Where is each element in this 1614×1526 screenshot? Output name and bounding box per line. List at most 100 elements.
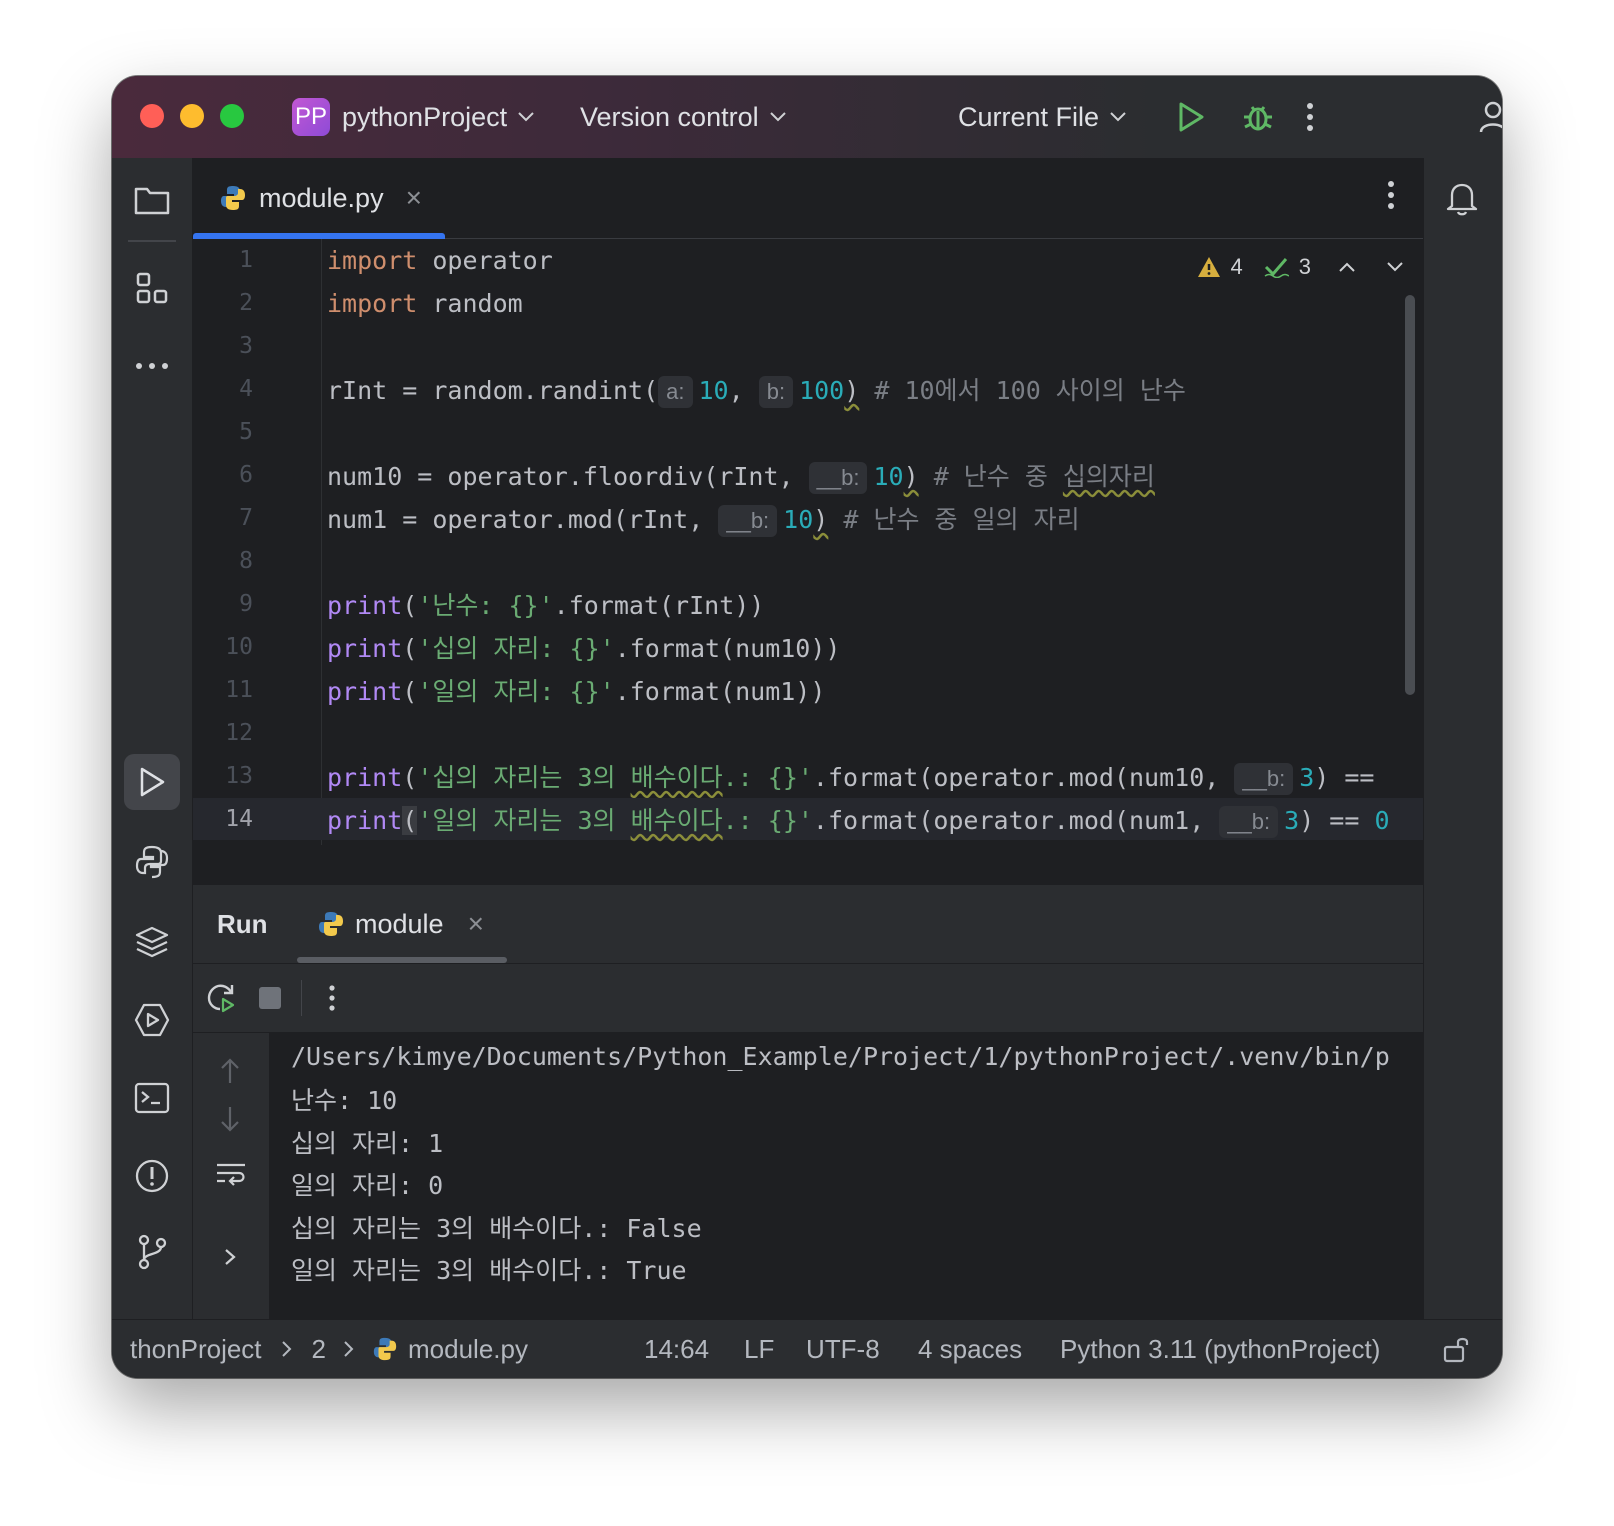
git-branch-icon — [138, 1234, 167, 1270]
code-line: 3 — [193, 325, 1423, 367]
terminal-icon — [134, 1082, 170, 1114]
editor-tab-module-py[interactable]: module.py × — [193, 158, 445, 239]
breadcrumb-folder[interactable]: 2 — [312, 1334, 326, 1365]
code-text: .format(operator.mod(num10, — [812, 762, 1235, 792]
more-tools-button[interactable] — [124, 338, 180, 394]
horizontal-dots-icon — [136, 363, 168, 369]
zoom-window-button[interactable] — [220, 104, 244, 128]
number-literal: 3 — [1299, 762, 1315, 792]
code-line: 2 import random — [193, 282, 1423, 324]
unlock-icon — [1443, 1337, 1469, 1363]
comment: # 10에서 100 사이의 난수 — [859, 375, 1186, 405]
parameter-hint: __b: — [1219, 805, 1279, 838]
run-tab-module[interactable]: module × — [317, 885, 484, 963]
code-text: .format(operator.mod(num1, — [812, 805, 1220, 835]
account-button[interactable] — [1478, 76, 1502, 158]
python-packages-button[interactable] — [124, 914, 180, 970]
run-more-button[interactable] — [328, 984, 336, 1012]
chevron-right-icon — [281, 1341, 291, 1357]
builtin-function: print — [327, 591, 403, 620]
problems-icon — [135, 1159, 169, 1193]
run-button[interactable] — [1176, 76, 1206, 158]
line-number: 8 — [239, 548, 253, 574]
code-text: ) — [844, 375, 860, 405]
debug-button[interactable] — [1240, 76, 1276, 158]
line-separator[interactable]: LF — [744, 1320, 774, 1378]
rerun-button[interactable] — [205, 982, 237, 1014]
editor-tab-menu-button[interactable] — [1387, 180, 1395, 215]
line-number: 5 — [239, 419, 253, 445]
title-bar: PP pythonProject Version control Current… — [112, 76, 1502, 159]
expand-button[interactable] — [223, 1247, 237, 1272]
builtin-function: print — [327, 677, 403, 706]
code-text: .format(num1)) — [614, 677, 826, 706]
structure-icon — [136, 272, 168, 304]
project-selector[interactable]: PP pythonProject — [292, 76, 535, 158]
python-console-button[interactable] — [124, 834, 180, 890]
code-line: 7 num1 = operator.mod(rInt, __b: 10) # 난수… — [193, 497, 1423, 539]
project-name: pythonProject — [342, 101, 508, 132]
console-output[interactable]: /Users/kimye/Documents/Python_Example/Pr… — [269, 1033, 1423, 1320]
indent-setting[interactable]: 4 spaces — [918, 1320, 1022, 1378]
code-line: 9 print('난수: {}'.format(rInt)) — [193, 583, 1423, 625]
more-actions-button[interactable] — [1306, 76, 1314, 158]
console-line: 일의 자리: 0 — [291, 1171, 444, 1200]
code-line: 10 print('십의 자리: {}'.format(num10)) — [193, 626, 1423, 668]
stop-button[interactable] — [257, 985, 283, 1011]
services-tool-button[interactable] — [124, 992, 180, 1048]
python-interpreter[interactable]: Python 3.11 (pythonProject) — [1060, 1320, 1380, 1378]
identifier: operator — [417, 245, 553, 275]
caret-position[interactable]: 14:64 — [644, 1320, 709, 1378]
python-file-icon — [317, 910, 345, 938]
status-bar: thonProject 2 module.py 14:64 LF UTF-8 4… — [112, 1319, 1502, 1378]
git-tool-button[interactable] — [124, 1224, 180, 1280]
close-tab-icon[interactable]: × — [468, 908, 484, 940]
breadcrumb-file[interactable]: module.py — [408, 1334, 528, 1365]
structure-tool-button[interactable] — [124, 260, 180, 316]
run-configuration-selector[interactable]: Current File — [958, 76, 1127, 158]
python-file-icon — [219, 184, 247, 212]
parameter-hint: __b: — [1234, 762, 1294, 795]
parameter-hint: __b: — [718, 504, 778, 537]
user-icon — [1479, 101, 1502, 133]
scroll-down-button[interactable] — [219, 1105, 241, 1138]
editor-tab-bar: module.py × — [193, 158, 1423, 239]
notifications-button[interactable] — [1434, 170, 1490, 226]
number-literal: 10 — [783, 504, 814, 534]
string-literal: 배수이다 — [630, 805, 723, 835]
close-window-button[interactable] — [140, 104, 164, 128]
tool-separator — [128, 240, 176, 242]
run-tab-label: module — [355, 908, 444, 939]
toolbar-separator — [301, 980, 302, 1016]
console-line: 일의 자리는 3의 배수이다.: True — [291, 1256, 687, 1285]
version-control-menu[interactable]: Version control — [580, 76, 787, 158]
close-tab-icon[interactable]: × — [406, 182, 422, 214]
breadcrumb-project[interactable]: thonProject — [130, 1334, 262, 1365]
console-line: 십의 자리는 3의 배수이다.: False — [291, 1214, 702, 1243]
stop-icon — [259, 987, 281, 1009]
project-badge: PP — [292, 98, 330, 136]
version-control-label: Version control — [580, 101, 759, 132]
run-configuration-label: Current File — [958, 101, 1100, 132]
file-encoding[interactable]: UTF-8 — [806, 1320, 880, 1378]
line-number: 14 — [225, 806, 253, 832]
problems-tool-button[interactable] — [124, 1148, 180, 1204]
minimize-window-button[interactable] — [180, 104, 204, 128]
code-text: ) == — [1314, 762, 1375, 792]
arrow-down-icon — [221, 1107, 239, 1132]
project-tool-button[interactable] — [124, 172, 180, 228]
console-line: 십의 자리: 1 — [291, 1129, 444, 1158]
code-line: 11 print('일의 자리: {}'.format(num1)) — [193, 669, 1423, 711]
scroll-up-button[interactable] — [219, 1057, 241, 1090]
run-tool-button[interactable] — [124, 754, 180, 810]
read-only-toggle[interactable] — [1442, 1320, 1470, 1378]
comment: # 난수 중 — [918, 461, 1063, 491]
identifier: random — [417, 288, 523, 318]
text-caret: ( — [402, 805, 418, 835]
code-line: 5 — [193, 411, 1423, 453]
terminal-tool-button[interactable] — [124, 1070, 180, 1126]
editor-pane: module.py × 4 3 1 import operator 2 impo… — [193, 158, 1423, 858]
active-tab-indicator — [297, 957, 507, 963]
code-editor[interactable]: 4 3 1 import operator 2 import random 3 — [193, 239, 1423, 845]
soft-wrap-button[interactable] — [215, 1161, 247, 1192]
